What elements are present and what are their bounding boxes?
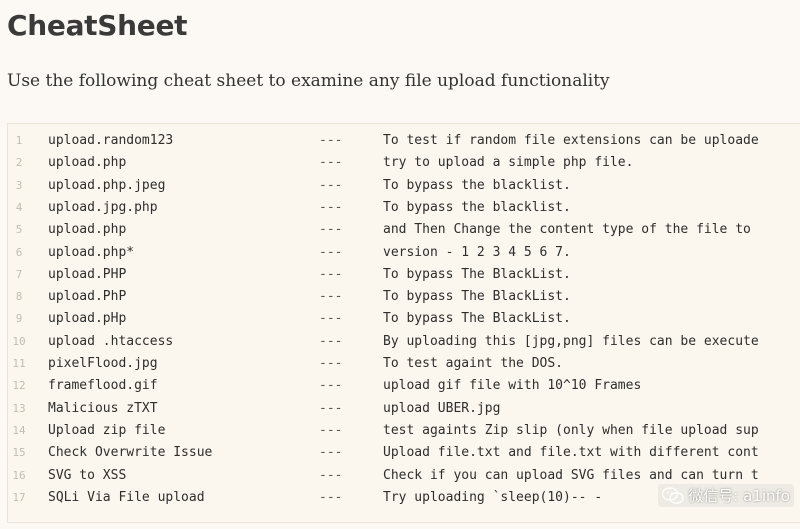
code-line: 12 frameflood.gif --- upload gif file with … [8, 375, 800, 397]
page-title: CheatSheet [7, 9, 188, 42]
payload-name: upload.php [48, 155, 127, 171]
payload-name: upload.php [48, 222, 127, 238]
separator: --- [319, 333, 343, 349]
separator: --- [319, 133, 343, 148]
payload-name: SQLi Via File upload [48, 489, 205, 505]
payload-description: To bypass The BlackList. [383, 266, 571, 282]
payload-name: pixelFlood.jpg [48, 356, 158, 371]
line-number: 2 [15, 156, 23, 170]
payload-description: By uploading this [jpg,png] files can be… [383, 333, 759, 349]
code-block: 1 upload.random123 --- To test if random fi… [7, 123, 800, 523]
payload-description: upload gif file with 10^10 Frames [383, 378, 642, 394]
code-line: 13 Malicious zTXT --- upload UBER.jpg [8, 398, 800, 420]
separator: --- [319, 311, 343, 327]
line-number: 14 [12, 423, 26, 437]
code-line: 6 upload.php* --- version - 1 2 3 4 5 6 7. [8, 242, 800, 264]
payload-name: upload.PHP [48, 266, 127, 282]
line-number: 15 [12, 446, 26, 460]
code-line: 2 upload.php --- try to upload a simple php… [8, 152, 800, 174]
watermark: 微信号: a1info [658, 484, 794, 507]
wechat-icon [662, 486, 684, 505]
line-number: 4 [15, 200, 23, 214]
separator: --- [319, 155, 343, 171]
payload-description: and Then Change the content type of the … [383, 222, 751, 238]
payload-description: test againts Zip slip (only when file up… [383, 422, 759, 438]
payload-name: upload.php* [48, 244, 135, 260]
line-number: 6 [15, 245, 23, 259]
code-line: 1 upload.random123 --- To test if random fi… [8, 130, 800, 152]
payload-description: To bypass The BlackList. [383, 311, 571, 327]
payload-name: upload.jpg.php [48, 199, 158, 215]
payload-description: To bypass the blacklist. [383, 199, 571, 215]
separator: --- [319, 356, 343, 371]
payload-name: upload .htaccess [48, 333, 174, 349]
payload-name: upload.php.jpeg [48, 177, 166, 193]
separator: --- [319, 199, 343, 215]
line-number: 9 [15, 312, 23, 326]
line-number: 1 [15, 134, 23, 147]
payload-description: To bypass the blacklist. [383, 177, 571, 193]
line-number: 16 [12, 468, 26, 482]
watermark-text: 微信号: a1info [688, 487, 790, 505]
payload-description: version - 1 2 3 4 5 6 7. [383, 244, 571, 260]
code-line: 14 Upload zip file --- test againts Zip sli… [8, 420, 800, 442]
line-number: 17 [12, 490, 26, 504]
code-line: 9 upload.pHp --- To bypass The BlackList. [8, 308, 800, 330]
payload-name: frameflood.gif [48, 378, 158, 394]
line-number: 12 [12, 379, 26, 393]
payload-description: To bypass The BlackList. [383, 289, 571, 305]
separator: --- [319, 222, 343, 238]
payload-name: upload.pHp [48, 311, 127, 327]
payload-name: upload.random123 [48, 133, 174, 148]
code-line: 8 upload.PhP --- To bypass The BlackList. [8, 286, 800, 308]
code-line: 7 upload.PHP --- To bypass The BlackList. [8, 264, 800, 286]
separator: --- [319, 467, 343, 483]
separator: --- [319, 445, 343, 461]
separator: --- [319, 289, 343, 305]
separator: --- [319, 244, 343, 260]
line-number: 5 [15, 223, 23, 237]
line-number: 3 [15, 178, 23, 192]
code-line: 4 upload.jpg.php --- To bypass the blacklis… [8, 197, 800, 219]
line-number: 8 [15, 290, 23, 304]
code-line: 15 Check Overwrite Issue --- Upload file.tx… [8, 442, 800, 464]
line-number: 11 [12, 357, 26, 370]
code-line: 11 pixelFlood.jpg --- To test againt the DO… [8, 353, 800, 375]
payload-name: SVG to XSS [48, 467, 127, 483]
payload-name: Malicious zTXT [48, 400, 158, 416]
payload-description: Upload file.txt and file.txt with differ… [383, 445, 759, 461]
separator: --- [319, 177, 343, 193]
line-number: 13 [12, 401, 26, 415]
line-number: 10 [12, 334, 26, 348]
payload-name: Upload zip file [48, 422, 166, 438]
separator: --- [319, 266, 343, 282]
separator: --- [319, 422, 343, 438]
code-line: 3 upload.php.jpeg --- To bypass the blackli… [8, 175, 800, 197]
payload-description: try to upload a simple php file. [383, 155, 634, 171]
separator: --- [319, 489, 343, 505]
payload-name: Check Overwrite Issue [48, 445, 213, 461]
separator: --- [319, 378, 343, 394]
payload-description: upload UBER.jpg [383, 400, 501, 416]
payload-description: To test againt the DOS. [383, 356, 564, 371]
code-line: 10 upload .htaccess --- By uploading this [… [8, 331, 800, 353]
code-line: 5 upload.php --- and Then Change the conten… [8, 219, 800, 241]
payload-description: To test if random file extensions can be… [383, 133, 759, 148]
line-number: 7 [15, 267, 23, 281]
intro-text: Use the following cheat sheet to examine… [7, 71, 610, 91]
payload-description: Try uploading `sleep(10)-- - [383, 489, 603, 505]
payload-name: upload.PhP [48, 289, 127, 305]
separator: --- [319, 400, 343, 416]
